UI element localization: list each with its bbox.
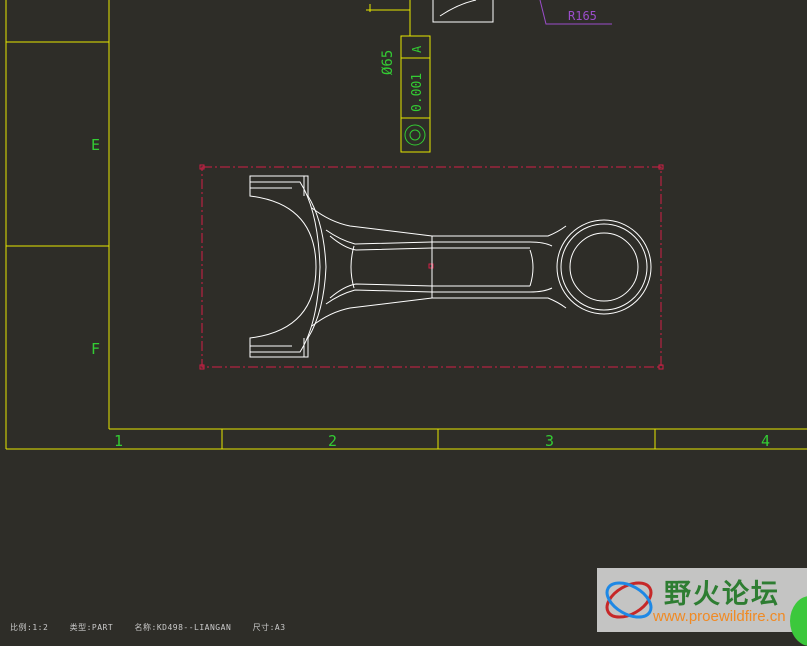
zone-row-e: E (91, 136, 100, 154)
zone-row-f: F (91, 340, 100, 358)
datum-label: A (410, 45, 424, 53)
zone-col-3: 3 (545, 432, 554, 450)
radius-label: R165 (568, 9, 597, 23)
connecting-rod-part[interactable] (249, 175, 652, 358)
forum-watermark: 野火论坛 www.proewildfire.cn (597, 568, 807, 632)
watermark-url: www.proewildfire.cn (653, 608, 786, 625)
diameter-dimension: Ø65 (380, 50, 396, 75)
tolerance-value: 0.001 (410, 73, 425, 112)
zone-labels: E F 1 2 3 4 (91, 136, 770, 450)
watermark-title: 野火论坛 (664, 579, 780, 610)
drawing-border (5, 0, 807, 450)
drawing-sheet: E F 1 2 3 4 R165 Ø65 A 0.001 (5, 0, 807, 450)
tolerance-frame[interactable]: A 0.001 (400, 35, 431, 153)
zone-col-4: 4 (761, 432, 770, 450)
partial-top-view (366, 0, 494, 36)
status-name: 名称:KD498--LIANGAN (134, 623, 232, 632)
radius-annotation: R165 (539, 0, 612, 25)
status-scale: 比例:1:2 (10, 623, 49, 632)
status-bar: 比例:1:2 类型:PART 名称:KD498--LIANGAN 尺寸:A3 (10, 622, 302, 633)
status-type: 类型:PART (69, 623, 114, 632)
forum-logo-icon (605, 581, 653, 619)
status-size: 尺寸:A3 (252, 623, 286, 632)
concentricity-icon (404, 124, 426, 146)
zone-col-2: 2 (328, 432, 337, 450)
zone-col-1: 1 (114, 432, 123, 450)
